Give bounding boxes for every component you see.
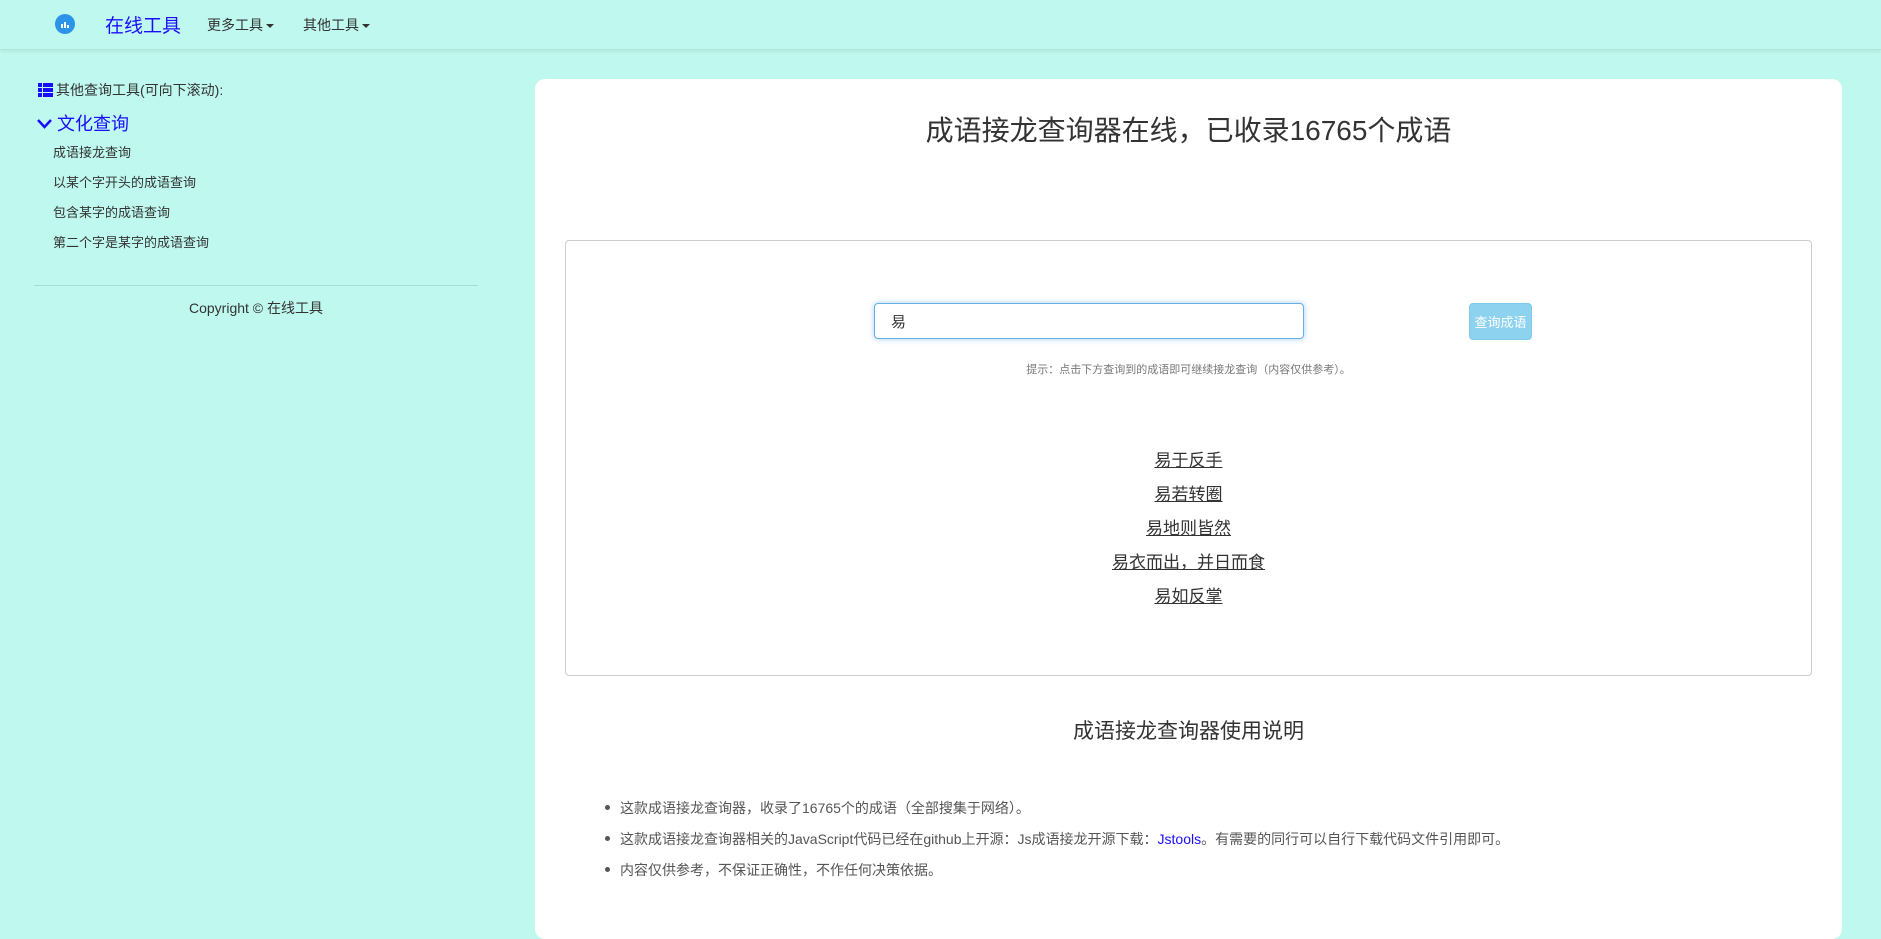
sidebar-item-idiom-chain[interactable]: 成语接龙查询 bbox=[53, 142, 131, 161]
note-text: 内容仅供参考，不保证正确性，不作任何决策依据。 bbox=[620, 862, 942, 878]
sidebar-header-label: 其他查询工具(可向下滚动): bbox=[56, 82, 224, 98]
sidebar-category-culture[interactable]: 文化查询 bbox=[37, 110, 129, 136]
other-tools-label: 其他工具 bbox=[303, 17, 359, 33]
sidebar-header: 其他查询工具(可向下滚动): bbox=[38, 80, 223, 100]
usage-title: 成语接龙查询器使用说明 bbox=[1073, 720, 1304, 743]
other-tools-menu[interactable]: 其他工具 bbox=[303, 15, 370, 35]
brand-link[interactable]: 在线工具 bbox=[105, 11, 181, 38]
result-link[interactable]: 易若转圈 bbox=[566, 480, 1811, 505]
note-item: 内容仅供参考，不保证正确性，不作任何决策依据。 bbox=[605, 860, 1509, 891]
sidebar-category-label: 文化查询 bbox=[57, 114, 129, 134]
list-icon bbox=[38, 83, 53, 97]
site-logo-icon[interactable] bbox=[55, 14, 75, 34]
search-input[interactable] bbox=[874, 303, 1304, 339]
sidebar-item-contains[interactable]: 包含某字的成语查询 bbox=[53, 202, 170, 221]
search-button[interactable]: 查询成语 bbox=[1469, 303, 1532, 340]
copyright-text: Copyright © 在线工具 bbox=[188, 300, 323, 316]
caret-down-icon bbox=[266, 24, 274, 29]
sidebar-item-second-char[interactable]: 第二个字是某字的成语查询 bbox=[53, 232, 209, 251]
result-link[interactable]: 易于反手 bbox=[566, 446, 1811, 471]
usage-notes: 这款成语接龙查询器，收录了16765个的成语（全部搜集于网络）。 这款成语接龙查… bbox=[605, 798, 1509, 891]
chevron-down-icon bbox=[37, 119, 52, 129]
search-panel: 查询成语 提示：点击下方查询到的成语即可继续接龙查询（内容仅供参考）。 易于反手… bbox=[565, 240, 1812, 676]
main-card: 成语接龙查询器在线，已收录16765个成语 查询成语 提示：点击下方查询到的成语… bbox=[535, 79, 1842, 939]
result-link[interactable]: 易如反掌 bbox=[566, 582, 1811, 607]
sidebar-divider bbox=[34, 285, 478, 286]
note-item: 这款成语接龙查询器相关的JavaScript代码已经在github上开源：Js成… bbox=[605, 829, 1509, 860]
note-text: 。有需要的同行可以自行下载代码文件引用即可。 bbox=[1201, 831, 1510, 847]
caret-down-icon bbox=[362, 24, 370, 29]
result-link[interactable]: 易地则皆然 bbox=[566, 514, 1811, 539]
note-text: 这款成语接龙查询器相关的JavaScript代码已经在github上开源：Js成… bbox=[620, 831, 1158, 847]
more-tools-label: 更多工具 bbox=[207, 17, 263, 33]
note-item: 这款成语接龙查询器，收录了16765个的成语（全部搜集于网络）。 bbox=[605, 798, 1509, 829]
result-link[interactable]: 易衣而出，并日而食 bbox=[566, 548, 1811, 573]
note-text: 这款成语接龙查询器，收录了16765个的成语（全部搜集于网络）。 bbox=[620, 800, 1030, 816]
jstools-link[interactable]: Jstools bbox=[1158, 831, 1202, 847]
search-hint: 提示：点击下方查询到的成语即可继续接龙查询（内容仅供参考）。 bbox=[1026, 364, 1351, 376]
top-navbar: 在线工具 更多工具 其他工具 bbox=[0, 0, 1881, 50]
more-tools-menu[interactable]: 更多工具 bbox=[207, 15, 274, 35]
page-title: 成语接龙查询器在线，已收录16765个成语 bbox=[925, 115, 1452, 146]
sidebar-item-starts-with[interactable]: 以某个字开头的成语查询 bbox=[53, 172, 196, 191]
